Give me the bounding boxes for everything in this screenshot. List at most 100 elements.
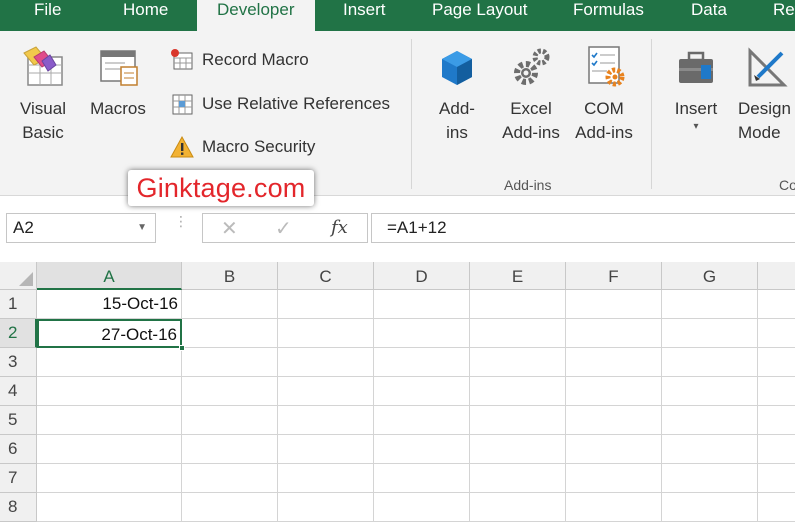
- cell-b5[interactable]: [182, 406, 278, 435]
- cell-a3[interactable]: [37, 348, 182, 377]
- formula-bar-resize-handle[interactable]: ⋮: [174, 214, 188, 238]
- macro-security-button[interactable]: Macro Security: [170, 134, 315, 160]
- fill-handle[interactable]: [179, 345, 185, 351]
- chevron-down-icon[interactable]: ▼: [137, 214, 147, 242]
- column-header-b[interactable]: B: [182, 262, 278, 290]
- cell-d5[interactable]: [374, 406, 470, 435]
- cell-f7[interactable]: [566, 464, 662, 493]
- cell-b4[interactable]: [182, 377, 278, 406]
- cell-g5[interactable]: [662, 406, 758, 435]
- cell-g4[interactable]: [662, 377, 758, 406]
- cell-a1[interactable]: 15-Oct-16: [37, 290, 182, 319]
- cell-h4[interactable]: [758, 377, 795, 406]
- insert-controls-button[interactable]: Insert ▾: [668, 45, 724, 133]
- column-header-a[interactable]: A: [37, 262, 182, 290]
- cell-a5[interactable]: [37, 406, 182, 435]
- cell-b1[interactable]: [182, 290, 278, 319]
- cell-g2[interactable]: [662, 319, 758, 348]
- cell-d7[interactable]: [374, 464, 470, 493]
- cell-h2[interactable]: [758, 319, 795, 348]
- cell-e4[interactable]: [470, 377, 566, 406]
- cell-b8[interactable]: [182, 493, 278, 522]
- cell-e8[interactable]: [470, 493, 566, 522]
- cell-c4[interactable]: [278, 377, 374, 406]
- enter-icon[interactable]: ✓: [275, 216, 292, 241]
- tab-developer[interactable]: Developer: [197, 0, 315, 31]
- insert-function-icon[interactable]: fx: [331, 217, 348, 238]
- cancel-icon[interactable]: ✕: [221, 216, 238, 241]
- cell-f8[interactable]: [566, 493, 662, 522]
- cell-a2[interactable]: 27-Oct-16: [37, 319, 182, 348]
- cell-e5[interactable]: [470, 406, 566, 435]
- cell-c8[interactable]: [278, 493, 374, 522]
- name-box[interactable]: A2 ▼: [6, 213, 156, 243]
- cell-h3[interactable]: [758, 348, 795, 377]
- row-header-8[interactable]: 8: [0, 493, 37, 522]
- cell-f1[interactable]: [566, 290, 662, 319]
- cell-d6[interactable]: [374, 435, 470, 464]
- row-header-3[interactable]: 3: [0, 348, 37, 377]
- cell-h6[interactable]: [758, 435, 795, 464]
- cell-d4[interactable]: [374, 377, 470, 406]
- cell-d1[interactable]: [374, 290, 470, 319]
- cell-f6[interactable]: [566, 435, 662, 464]
- cell-e3[interactable]: [470, 348, 566, 377]
- cell-h1[interactable]: [758, 290, 795, 319]
- cell-b6[interactable]: [182, 435, 278, 464]
- cell-e2[interactable]: [470, 319, 566, 348]
- cell-a7[interactable]: [37, 464, 182, 493]
- cell-c5[interactable]: [278, 406, 374, 435]
- column-header-g[interactable]: G: [662, 262, 758, 290]
- cell-h7[interactable]: [758, 464, 795, 493]
- tab-page-layout[interactable]: Page Layout: [432, 0, 527, 31]
- excel-add-ins-button[interactable]: Excel Add-ins: [497, 45, 565, 145]
- cell-e6[interactable]: [470, 435, 566, 464]
- cell-c3[interactable]: [278, 348, 374, 377]
- cell-a6[interactable]: [37, 435, 182, 464]
- column-header-d[interactable]: D: [374, 262, 470, 290]
- cell-d2[interactable]: [374, 319, 470, 348]
- tab-formulas[interactable]: Formulas: [573, 0, 644, 31]
- cell-c7[interactable]: [278, 464, 374, 493]
- row-header-4[interactable]: 4: [0, 377, 37, 406]
- column-header-c[interactable]: C: [278, 262, 374, 290]
- cell-g8[interactable]: [662, 493, 758, 522]
- cell-f5[interactable]: [566, 406, 662, 435]
- cell-b7[interactable]: [182, 464, 278, 493]
- cell-d8[interactable]: [374, 493, 470, 522]
- design-mode-button[interactable]: Design Mode: [738, 45, 795, 145]
- cell-b2[interactable]: [182, 319, 278, 348]
- cell-g7[interactable]: [662, 464, 758, 493]
- macros-button[interactable]: Macros: [86, 45, 150, 121]
- column-header-f[interactable]: F: [566, 262, 662, 290]
- cell-h8[interactable]: [758, 493, 795, 522]
- cell-b3[interactable]: [182, 348, 278, 377]
- select-all-button[interactable]: [0, 262, 37, 290]
- formula-input[interactable]: =A1+12: [371, 213, 795, 243]
- cell-f3[interactable]: [566, 348, 662, 377]
- cell-g1[interactable]: [662, 290, 758, 319]
- cell-a4[interactable]: [37, 377, 182, 406]
- record-macro-button[interactable]: Record Macro: [170, 47, 309, 73]
- cell-f4[interactable]: [566, 377, 662, 406]
- cell-c6[interactable]: [278, 435, 374, 464]
- cell-c1[interactable]: [278, 290, 374, 319]
- tab-home[interactable]: Home: [123, 0, 168, 31]
- tab-file[interactable]: File: [34, 0, 61, 31]
- cell-e1[interactable]: [470, 290, 566, 319]
- cell-f2[interactable]: [566, 319, 662, 348]
- cell-g3[interactable]: [662, 348, 758, 377]
- column-header-e[interactable]: E: [470, 262, 566, 290]
- cell-g6[interactable]: [662, 435, 758, 464]
- cell-d3[interactable]: [374, 348, 470, 377]
- row-header-7[interactable]: 7: [0, 464, 37, 493]
- use-relative-references-button[interactable]: Use Relative References: [170, 91, 390, 117]
- cell-e7[interactable]: [470, 464, 566, 493]
- cell-a8[interactable]: [37, 493, 182, 522]
- add-ins-button[interactable]: Add- ins: [430, 45, 484, 145]
- com-add-ins-button[interactable]: COM Add-ins: [571, 45, 637, 145]
- tab-data[interactable]: Data: [691, 0, 727, 31]
- row-header-1[interactable]: 1: [0, 290, 37, 319]
- tab-insert[interactable]: Insert: [343, 0, 386, 31]
- row-header-5[interactable]: 5: [0, 406, 37, 435]
